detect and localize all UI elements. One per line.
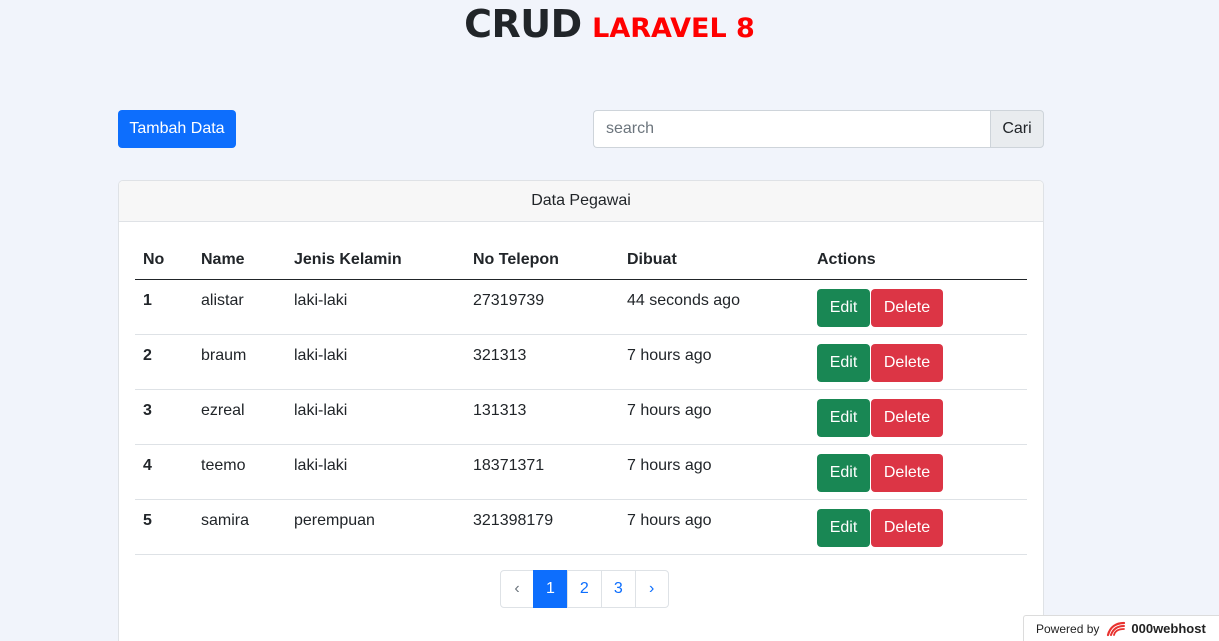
table-header-row: No Name Jenis Kelamin No Telepon Dibuat …	[135, 241, 1027, 280]
pagination-page-1[interactable]: 1	[533, 570, 568, 608]
add-data-button[interactable]: Tambah Data	[118, 110, 236, 148]
delete-button[interactable]: Delete	[871, 288, 943, 327]
pagination: ‹ 1 2 3 ›	[500, 570, 669, 608]
search-input[interactable]	[593, 110, 990, 148]
cell-phone: 18371371	[465, 444, 619, 500]
pagination-page-2[interactable]: 2	[566, 570, 602, 608]
cell-created: 7 hours ago	[619, 499, 809, 555]
card-title: Data Pegawai	[119, 181, 1043, 222]
cell-name: ezreal	[193, 389, 286, 445]
pagination-next[interactable]: ›	[634, 570, 669, 608]
edit-button[interactable]: Edit	[817, 398, 870, 437]
cell-name: braum	[193, 334, 286, 390]
pagination-page-3[interactable]: 3	[600, 570, 636, 608]
edit-button[interactable]: Edit	[817, 343, 870, 382]
cell-no: 4	[135, 444, 193, 500]
column-header: Name	[193, 241, 286, 280]
employee-card: Data Pegawai No Name Jenis Kelamin No Te…	[118, 180, 1044, 641]
cell-created: 7 hours ago	[619, 444, 809, 500]
table-row: 2 braum laki-laki 321313 7 hours ago Edit Dele…	[135, 334, 1027, 390]
cell-gender: laki-laki	[286, 444, 465, 500]
cell-actions: Edit Delete	[809, 444, 1027, 500]
delete-button[interactable]: Delete	[871, 453, 943, 492]
cell-no: 3	[135, 389, 193, 445]
cell-phone: 321313	[465, 334, 619, 390]
cell-gender: laki-laki	[286, 389, 465, 445]
table-row: 5 samira perempuan 321398179 7 hours ago Edit…	[135, 499, 1027, 555]
column-header: Jenis Kelamin	[286, 241, 465, 280]
column-header: No	[135, 241, 193, 280]
cell-gender: laki-laki	[286, 279, 465, 335]
cell-no: 1	[135, 279, 193, 335]
edit-button[interactable]: Edit	[817, 508, 870, 547]
pagination-prev[interactable]: ‹	[500, 570, 534, 608]
page-title: CRUD LARAVEL 8	[0, 2, 1219, 46]
column-header: Actions	[809, 241, 1027, 280]
cell-actions: Edit Delete	[809, 334, 1027, 390]
cell-phone: 131313	[465, 389, 619, 445]
cell-no: 5	[135, 499, 193, 555]
delete-button[interactable]: Delete	[871, 343, 943, 382]
table-row: 1 alistar laki-laki 27319739 44 seconds ago E…	[135, 279, 1027, 335]
title-main: CRUD	[464, 2, 582, 46]
cell-actions: Edit Delete	[809, 499, 1027, 555]
column-header: Dibuat	[619, 241, 809, 280]
title-sub: LARAVEL 8	[592, 13, 755, 44]
cell-actions: Edit Delete	[809, 389, 1027, 445]
powered-by-label: Powered by	[1036, 621, 1100, 636]
cell-name: alistar	[193, 279, 286, 335]
cell-gender: laki-laki	[286, 334, 465, 390]
search-button[interactable]: Cari	[990, 110, 1044, 148]
cell-name: samira	[193, 499, 286, 555]
edit-button[interactable]: Edit	[817, 288, 870, 327]
column-header: No Telepon	[465, 241, 619, 280]
powered-by-badge[interactable]: Powered by 000webhost	[1023, 615, 1219, 641]
cell-created: 44 seconds ago	[619, 279, 809, 335]
table-row: 3 ezreal laki-laki 131313 7 hours ago Edit Del…	[135, 389, 1027, 445]
cell-phone: 321398179	[465, 499, 619, 555]
cell-phone: 27319739	[465, 279, 619, 335]
cell-created: 7 hours ago	[619, 334, 809, 390]
powered-by-brand: 000webhost	[1131, 621, 1206, 636]
webhost-logo-icon	[1105, 621, 1127, 637]
delete-button[interactable]: Delete	[871, 398, 943, 437]
cell-actions: Edit Delete	[809, 279, 1027, 335]
employee-table: No Name Jenis Kelamin No Telepon Dibuat …	[135, 241, 1027, 555]
cell-name: teemo	[193, 444, 286, 500]
cell-gender: perempuan	[286, 499, 465, 555]
cell-no: 2	[135, 334, 193, 390]
edit-button[interactable]: Edit	[817, 453, 870, 492]
delete-button[interactable]: Delete	[871, 508, 943, 547]
cell-created: 7 hours ago	[619, 389, 809, 445]
table-row: 4 teemo laki-laki 18371371 7 hours ago Edit De…	[135, 444, 1027, 500]
search-form: Cari	[593, 110, 1044, 148]
